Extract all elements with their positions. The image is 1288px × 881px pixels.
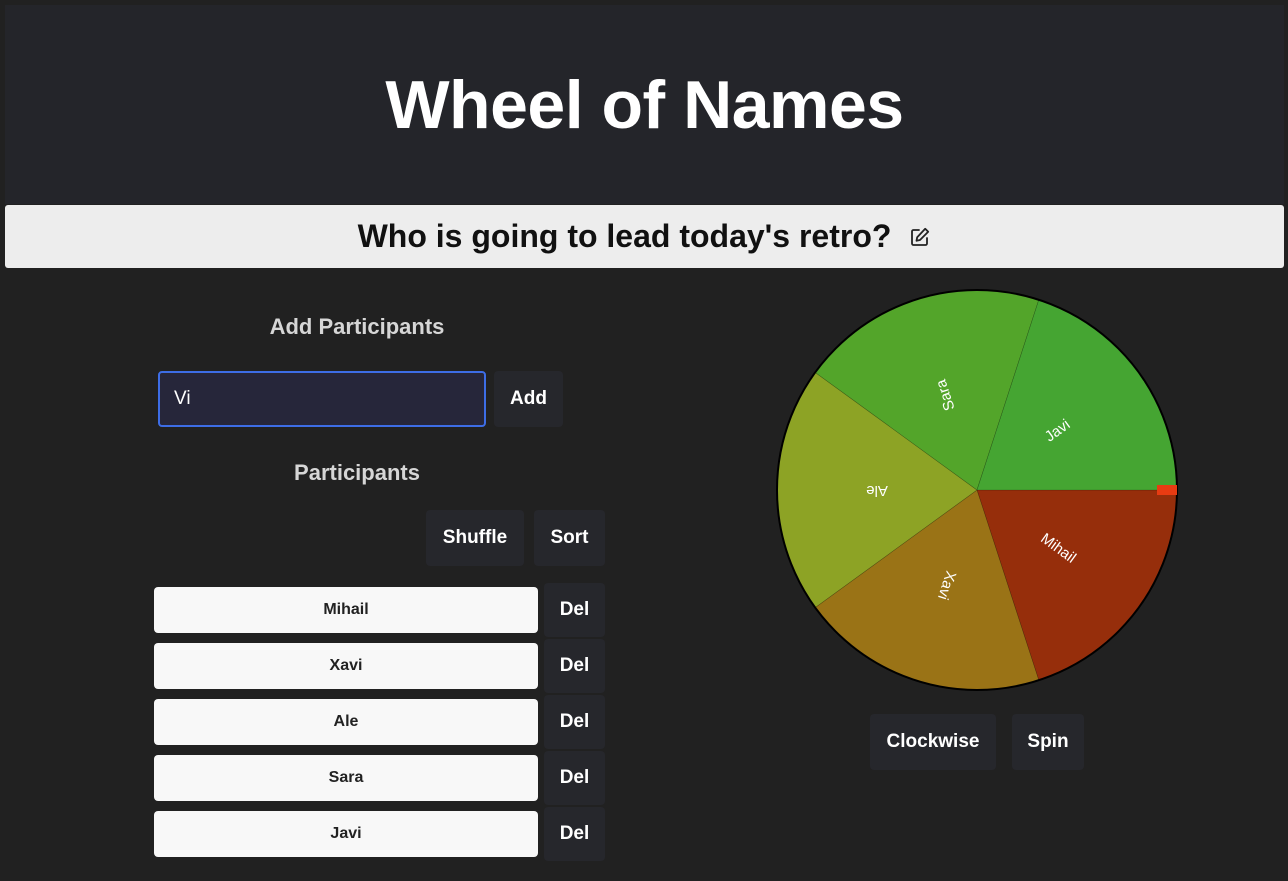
- participant-row: Sara Del: [154, 751, 606, 805]
- participant-name: Javi: [154, 811, 538, 857]
- edit-icon[interactable]: [909, 226, 931, 248]
- app-header: Wheel of Names: [5, 5, 1284, 204]
- participant-row: Javi Del: [154, 807, 606, 861]
- direction-toggle-button[interactable]: Clockwise: [870, 714, 996, 770]
- delete-participant-button[interactable]: Del: [544, 695, 605, 749]
- wheel-segment-label: Ale: [866, 482, 888, 499]
- participant-name: Mihail: [154, 587, 538, 633]
- delete-participant-button[interactable]: Del: [544, 807, 605, 861]
- delete-participant-button[interactable]: Del: [544, 583, 605, 637]
- delete-participant-button[interactable]: Del: [544, 751, 605, 805]
- participant-row: Xavi Del: [154, 639, 606, 693]
- delete-participant-button[interactable]: Del: [544, 639, 605, 693]
- wheel[interactable]: Mihail Xavi Ale Sara Javi: [775, 288, 1179, 692]
- question-bar: Who is going to lead today's retro?: [5, 205, 1284, 268]
- sort-button[interactable]: Sort: [534, 510, 605, 566]
- participant-name: Sara: [154, 755, 538, 801]
- participant-name: Ale: [154, 699, 538, 745]
- participant-name-input[interactable]: [158, 371, 486, 427]
- wheel-pointer-icon: [1157, 485, 1177, 495]
- spin-button[interactable]: Spin: [1012, 714, 1084, 770]
- app-root: Wheel of Names Who is going to lead toda…: [0, 0, 1288, 881]
- wheel-graphic: MihailXaviAleSaraJavi: [776, 289, 1178, 691]
- add-participants-heading: Add Participants: [269, 314, 445, 339]
- edit-icon-glyph: [911, 227, 930, 246]
- participants-heading: Participants: [294, 460, 420, 485]
- app-title: Wheel of Names: [385, 66, 904, 143]
- question-title: Who is going to lead today's retro?: [357, 218, 892, 254]
- participant-row: Mihail Del: [154, 583, 606, 637]
- participant-row: Ale Del: [154, 695, 606, 749]
- add-button[interactable]: Add: [494, 371, 563, 427]
- participant-name: Xavi: [154, 643, 538, 689]
- shuffle-button[interactable]: Shuffle: [426, 510, 524, 566]
